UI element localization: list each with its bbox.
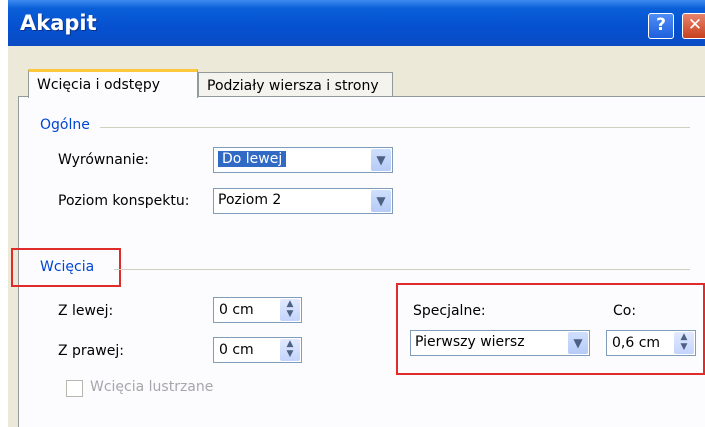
special-label: Specjalne:: [413, 303, 486, 319]
outline-level-dropdown[interactable]: Poziom 2 ▼: [213, 188, 393, 214]
alignment-value: Do lewej: [218, 151, 287, 167]
outline-level-label: Poziom konspektu:: [58, 193, 190, 209]
general-group-title: Ogólne: [40, 117, 90, 133]
by-label: Co:: [613, 303, 637, 319]
right-indent-stepper[interactable]: 0 cm ▲ ▼: [213, 337, 302, 363]
general-separator: [100, 127, 690, 128]
special-dropdown[interactable]: Pierwszy wiersz ▼: [410, 330, 590, 356]
mirror-indents-label: Wcięcia lustrzane: [90, 379, 214, 395]
paragraph-dialog: Akapit ? ✕ Wcięcia i odstępy Podziały wi…: [8, 0, 705, 427]
indentation-group-title: Wcięcia: [40, 259, 95, 275]
by-value: 0,6 cm: [612, 335, 661, 351]
left-indent-value: 0 cm: [219, 302, 254, 318]
special-indent-highlight: [396, 283, 705, 375]
chevron-down-icon[interactable]: ▼: [371, 190, 391, 212]
by-stepper[interactable]: 0,6 cm ▲ ▼: [606, 330, 696, 356]
right-indent-value: 0 cm: [219, 342, 254, 358]
outline-level-value: Poziom 2: [218, 192, 282, 208]
special-value: Pierwszy wiersz: [415, 334, 525, 350]
close-button[interactable]: ✕: [682, 13, 705, 39]
dialog-title: Akapit: [20, 11, 97, 35]
mirror-indents-checkbox[interactable]: [66, 380, 83, 397]
help-button[interactable]: ?: [648, 13, 674, 39]
tab-indents-and-spacing[interactable]: Wcięcia i odstępy: [28, 69, 198, 98]
chevron-down-icon[interactable]: ▼: [568, 332, 588, 354]
right-indent-label: Z prawej:: [58, 343, 124, 359]
alignment-label: Wyrównanie:: [58, 152, 149, 168]
indentation-separator: [114, 269, 690, 270]
spin-arrows-icon[interactable]: ▲ ▼: [674, 332, 694, 354]
spin-arrows-icon[interactable]: ▲ ▼: [280, 339, 300, 361]
title-bar[interactable]: Akapit ? ✕: [8, 0, 705, 46]
left-indent-label: Z lewej:: [58, 303, 114, 319]
tab-panel: [18, 96, 705, 427]
spin-arrows-icon[interactable]: ▲ ▼: [280, 299, 300, 321]
left-indent-stepper[interactable]: 0 cm ▲ ▼: [213, 297, 302, 323]
chevron-down-icon[interactable]: ▼: [371, 149, 391, 171]
alignment-dropdown[interactable]: Do lewej ▼: [213, 147, 393, 173]
